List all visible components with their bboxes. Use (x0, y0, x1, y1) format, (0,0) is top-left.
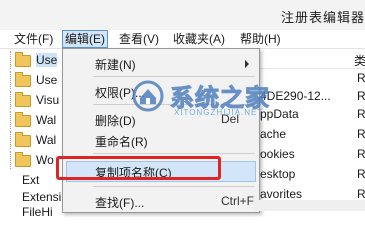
tree-item[interactable]: Use (0, 51, 64, 69)
tree-item-label: Use (36, 73, 58, 87)
menu-item-label: 重命名(R) (95, 135, 148, 149)
menu-file[interactable]: 文件(F) (12, 30, 55, 48)
value-name: ache (260, 127, 287, 141)
folder-icon (15, 112, 31, 127)
folder-icon (15, 72, 31, 87)
watermark-subtext: XITONGZHIJIA.NET (174, 108, 264, 117)
value-type: R (357, 71, 365, 85)
tree-item[interactable]: Wal (0, 111, 64, 129)
value-name: avorites (260, 187, 303, 201)
watermark-logo: 系统之家 XITONGZHIJIA.NET (132, 78, 292, 120)
tree-item[interactable]: Wal (0, 131, 64, 149)
tree-item-label: Use (36, 53, 58, 67)
registry-tree: Use Use Visu Wal Wal Wo Ext Extensi File… (0, 49, 64, 219)
window-title: 注册表编辑器 (280, 10, 365, 25)
menu-separator (93, 153, 255, 154)
tree-item[interactable]: Ext (0, 171, 64, 189)
list-item[interactable]: ookies R (254, 145, 365, 164)
submenu-arrow-icon (245, 60, 249, 68)
folder-icon (15, 92, 31, 107)
house-logo-icon (132, 80, 164, 112)
menu-item-label: 删除(D) (95, 114, 136, 128)
value-name: ookies (260, 147, 295, 161)
tree-item[interactable]: Wo (0, 151, 64, 169)
tree-item[interactable]: Use (0, 71, 64, 89)
tree-item[interactable]: FileHi (0, 203, 64, 221)
title-bar: 注册表编辑器 (0, 0, 365, 30)
tree-item-label: Ext (22, 173, 40, 187)
menu-item-label: 查找(F)... (95, 196, 145, 210)
value-type: R (357, 147, 365, 161)
list-header: 类 (254, 49, 365, 69)
value-name: esktop (260, 167, 296, 181)
menu-item-label: 新建(N) (95, 58, 136, 72)
edit-menu-dropdown: 新建(N) 权限(P)... 删除(D) Del 重命名(R) 复制项名称(C)… (62, 48, 260, 213)
tree-item[interactable]: Visu (0, 91, 64, 109)
list-item[interactable]: ache R (254, 125, 365, 144)
menu-separator (93, 76, 255, 77)
value-type: R (357, 127, 365, 141)
list-item[interactable]: esktop R (254, 165, 365, 184)
highlight-annotation-box (56, 156, 221, 180)
menu-view[interactable]: 查看(V) (117, 30, 161, 48)
menu-item-find[interactable]: 查找(F)... Ctrl+F (63, 190, 259, 212)
menu-item-shortcut: Ctrl+F (221, 194, 254, 208)
tree-item-label: Extensi (22, 190, 62, 204)
menu-edit[interactable]: 编辑(E) (62, 30, 108, 48)
horizontal-scrollbar[interactable] (254, 200, 365, 211)
menu-item-rename[interactable]: 重命名(R) (63, 129, 259, 151)
tree-item-label: Wal (36, 133, 57, 147)
menu-bar: 文件(F) 编辑(E) 查看(V) 收藏夹(A) 帮助(H) (0, 30, 365, 49)
tree-item-label: FileHi (22, 205, 53, 219)
tree-item-label: Wo (36, 153, 54, 167)
value-type: R (357, 89, 365, 103)
value-type: R (357, 167, 365, 181)
column-header-type[interactable]: 类 (354, 52, 365, 69)
folder-icon (15, 132, 31, 147)
folder-icon (15, 152, 31, 167)
menu-favorites[interactable]: 收藏夹(A) (171, 30, 227, 48)
tree-item-label: Visu (36, 93, 60, 107)
value-type: R (357, 107, 365, 121)
value-type: R (357, 187, 365, 201)
menu-separator (93, 186, 255, 187)
folder-icon (15, 52, 31, 67)
menu-item-new[interactable]: 新建(N) (63, 52, 259, 74)
tree-item-label: Wal (36, 113, 57, 127)
menu-help[interactable]: 帮助(H) (238, 30, 283, 48)
